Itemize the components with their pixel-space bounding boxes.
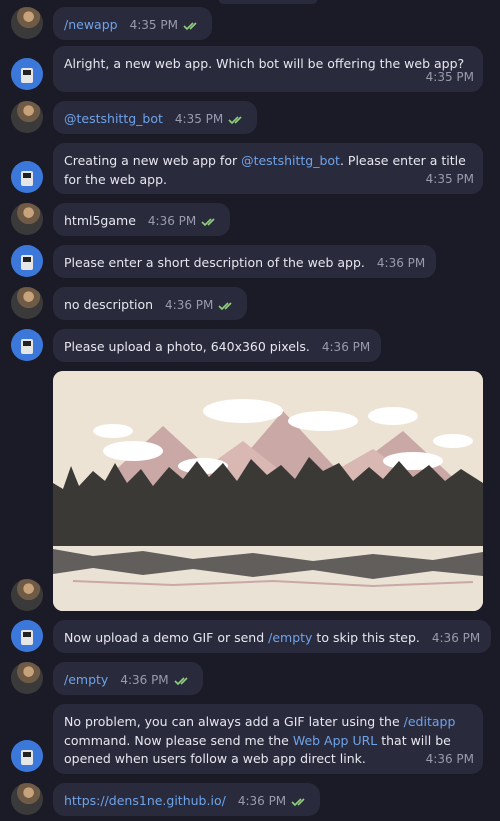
message-bubble[interactable]: No problem, you can always add a GIF lat… xyxy=(53,704,483,774)
read-check-icon xyxy=(291,798,305,807)
message-text: Alright, a new web app. Which bot will b… xyxy=(64,56,465,71)
read-check-icon xyxy=(174,677,188,686)
message-time: 4:36 PM xyxy=(120,671,191,690)
message-time-text: 4:35 PM xyxy=(129,18,178,32)
message-time: 4:36 PM xyxy=(321,340,371,354)
message-bubble-partial xyxy=(218,0,318,4)
message-text-before: Creating a new web app for xyxy=(64,153,242,168)
message-time-text: 4:36 PM xyxy=(237,794,287,808)
message-time-text: 4:36 PM xyxy=(165,298,214,312)
read-check-icon xyxy=(228,116,242,125)
message-bubble[interactable]: Please upload a photo, 640x360 pixels. 4:… xyxy=(53,329,382,362)
message-bubble[interactable]: /newapp 4:35 PM xyxy=(53,7,212,40)
user-avatar[interactable] xyxy=(11,7,43,39)
message-time: 4:35 PM xyxy=(175,110,246,129)
message-time: 4:36 PM xyxy=(238,792,309,811)
read-check-icon xyxy=(218,302,232,311)
message-text-before: Now upload a demo GIF or send xyxy=(64,630,269,645)
message-time: 4:35 PM xyxy=(425,69,474,84)
message-text[interactable]: https://dens1ne.github.io/ xyxy=(64,793,226,808)
message-time-text: 4:35 PM xyxy=(174,112,224,126)
message-text[interactable]: /empty xyxy=(64,672,108,687)
message-time-text: 4:36 PM xyxy=(120,673,169,687)
message-bubble[interactable]: @testshittg_bot 4:35 PM xyxy=(53,101,258,134)
message-text-before: No problem, you can always add a GIF lat… xyxy=(64,714,404,729)
bot-avatar[interactable] xyxy=(11,620,43,652)
user-avatar[interactable] xyxy=(11,101,43,133)
message-bubble[interactable]: no description 4:36 PM xyxy=(53,287,248,320)
user-avatar[interactable] xyxy=(11,287,43,319)
message-time: 4:36 PM xyxy=(431,631,481,645)
message-time: 4:36 PM xyxy=(376,256,426,270)
message-bubble[interactable]: https://dens1ne.github.io/4:36 PM xyxy=(53,783,321,816)
user-avatar[interactable] xyxy=(11,783,43,815)
message-text-after: to skip this step. xyxy=(312,630,420,645)
message-text: Please upload a photo, 640x360 pixels. xyxy=(64,339,310,354)
message-text-mid: command. Now please send me the xyxy=(64,732,293,748)
bot-avatar[interactable] xyxy=(11,161,43,193)
message-text: no description xyxy=(64,297,154,312)
read-check-icon xyxy=(183,22,197,31)
message-time: 4:35 PM xyxy=(425,171,474,186)
message-time: 4:36 PM xyxy=(165,296,236,315)
message-time: 4:35 PM xyxy=(130,16,201,35)
landscape-image xyxy=(53,371,483,611)
message-text: Please enter a short description of the … xyxy=(64,255,365,270)
bot-avatar[interactable] xyxy=(11,58,43,90)
user-avatar[interactable] xyxy=(11,662,43,694)
bot-avatar[interactable] xyxy=(11,329,43,361)
editapp-command-link[interactable]: /editapp xyxy=(404,714,456,729)
message-bubble[interactable]: Creating a new web app for @testshittg_b… xyxy=(53,143,483,194)
empty-command-link[interactable]: /empty xyxy=(268,630,312,645)
message-bubble[interactable]: Please enter a short description of the … xyxy=(53,245,437,278)
bot-avatar[interactable] xyxy=(11,740,43,772)
user-avatar[interactable] xyxy=(11,579,43,611)
message-bubble[interactable]: Now upload a demo GIF or send /empty to … xyxy=(53,620,492,653)
message-bubble[interactable]: /empty 4:36 PM xyxy=(53,662,203,695)
web-app-url-link[interactable]: Web App URL xyxy=(293,733,377,748)
message-text[interactable]: /newapp xyxy=(64,17,118,32)
message-text: html5game xyxy=(64,213,136,228)
message-time: 4:36 PM xyxy=(148,212,219,231)
bot-mention-link[interactable]: @testshittg_bot xyxy=(241,153,340,168)
message-time: 4:36 PM xyxy=(425,751,474,766)
message-time-text: 4:36 PM xyxy=(147,214,197,228)
message-bubble[interactable]: html5game 4:36 PM xyxy=(53,203,231,236)
uploaded-photo[interactable] xyxy=(53,371,483,611)
message-bubble[interactable]: Alright, a new web app. Which bot will b… xyxy=(53,46,483,92)
bot-avatar[interactable] xyxy=(11,245,43,277)
message-text[interactable]: @testshittg_bot xyxy=(64,111,163,126)
read-check-icon xyxy=(201,218,215,227)
user-avatar[interactable] xyxy=(11,203,43,235)
